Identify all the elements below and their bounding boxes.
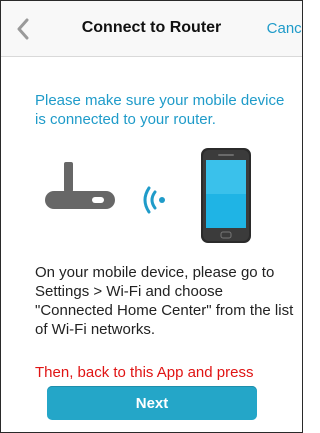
router-icon [45, 162, 115, 209]
instructions-text: On your mobile device, please go to Sett… [35, 264, 294, 338]
page-title: Connect to Router [81, 19, 222, 36]
intro-text: Please make sure your mobile device is c… [35, 92, 285, 128]
warning-text: Then, back to this App and press [35, 364, 254, 381]
cancel-button[interactable]: Cance [267, 20, 302, 37]
screen: Connect to Router Cance Please make sure… [0, 0, 303, 433]
wifi-signal-icon [143, 186, 165, 214]
smartphone-icon [201, 148, 251, 243]
next-button[interactable]: Next [47, 386, 257, 420]
connection-illustration [45, 148, 251, 243]
top-navigation-bar: Connect to Router Cance [1, 1, 302, 57]
